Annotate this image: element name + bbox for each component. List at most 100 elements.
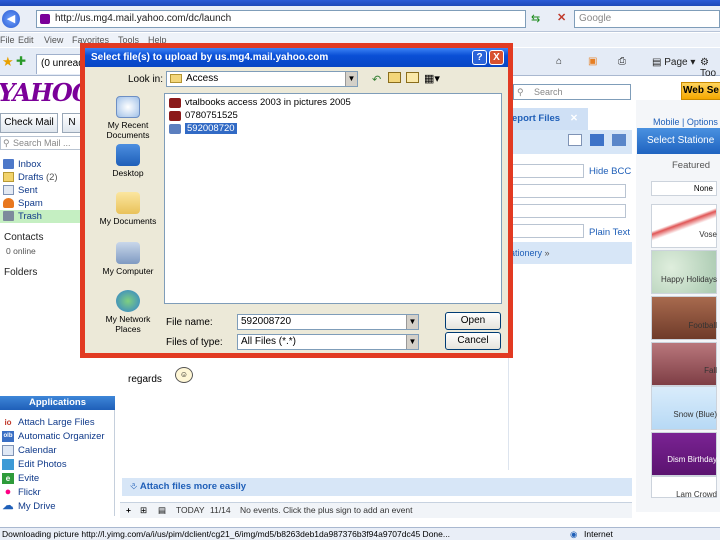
cancel-button[interactable]: Cancel [445,332,501,350]
open-button[interactable]: Open [445,312,501,330]
stop-icon[interactable]: ✕ [557,11,566,24]
back-folder-icon[interactable]: ↶ [372,73,381,86]
desktop-icon [116,144,140,166]
contacts-link[interactable]: Contacts [4,232,43,243]
hide-bcc-link[interactable]: Hide BCC [589,166,631,177]
attach-files-link[interactable]: Attach files more easily [140,481,246,492]
menu-file[interactable]: File [0,35,15,45]
report-files-tab[interactable]: eport Files ✕ [508,108,588,130]
tools-menu[interactable]: ⚙ Too [700,57,720,79]
search-mail-input[interactable]: ⚲ Search Mail ... [0,136,82,150]
sent-icon [3,185,14,195]
refresh-icon[interactable]: ⇆ [531,12,540,25]
stationery-arrow-icon[interactable]: » [545,248,550,258]
tools-label: Too [700,68,717,79]
app-flickr[interactable]: ● Flickr [0,486,110,499]
new-folder-icon[interactable] [406,72,419,83]
stationery-none[interactable]: None [651,181,717,196]
nav-spam[interactable]: Spam [0,197,80,210]
stationery-vose-thumb[interactable] [651,204,717,248]
folders-link[interactable]: Folders [4,267,37,278]
place-desktop[interactable]: Desktop [97,144,159,178]
up-folder-icon[interactable] [388,72,401,83]
image-file-icon [169,124,181,134]
close-button[interactable]: X [489,50,504,65]
chevron-down-icon[interactable]: ▼ [406,335,418,349]
files-of-type-select[interactable]: All Files (*.*) ▼ [237,334,419,350]
bcc-field[interactable] [510,204,626,218]
nav-inbox-label: Inbox [18,159,42,170]
place-my-computer[interactable]: My Computer [97,242,159,276]
file-name-input[interactable]: 592008720 ▼ [237,314,419,330]
chevron-down-icon[interactable]: ▼ [345,72,357,86]
yahoo-search-input[interactable]: Search [513,84,631,100]
nav-sent-label: Sent [18,185,38,196]
plain-text-link[interactable]: Plain Text [589,227,630,238]
chevron-down-icon[interactable]: ▼ [406,315,418,329]
add-favorites-icon[interactable]: ✚ [16,54,26,68]
nav-inbox[interactable]: Inbox [0,158,80,171]
page-menu[interactable]: ▤ Page ▾ [652,57,695,68]
collapse-icon[interactable]: ⊞ [140,503,147,518]
emoticon-icon[interactable]: ☺ [175,367,193,383]
place-recent-documents[interactable]: My Recent Documents [97,96,159,140]
app-attach-large-files[interactable]: io Attach Large Files [0,416,110,429]
place-my-documents[interactable]: My Documents [97,192,159,226]
stationery-link[interactable]: ationery [510,248,542,258]
place-my-network[interactable]: My Network Places [97,290,159,334]
file-item[interactable]: vtalbooks access 2003 in pictures 2005 [169,97,351,109]
stationery-football-thumb[interactable] [651,296,717,340]
attach-files-bar[interactable]: ⎀ Attach files more easily [122,478,632,496]
subject-field[interactable] [510,224,584,238]
stationery-fall-thumb[interactable] [651,342,717,386]
look-in-combo[interactable]: Access ▼ [166,71,358,87]
app-evite[interactable]: e Evite [0,472,110,485]
close-tab-icon[interactable]: ✕ [570,108,578,130]
compose-toolbar [508,130,632,154]
check-mail-button[interactable]: Check Mail [0,113,58,133]
cc-field[interactable] [510,184,626,198]
nav-trash[interactable]: Trash [0,210,80,223]
menu-view[interactable]: View [44,35,63,45]
to-field[interactable] [510,164,584,178]
email-icon[interactable] [568,134,582,146]
contacts-icon[interactable] [590,134,604,146]
file-list[interactable]: vtalbooks access 2003 in pictures 2005 0… [164,93,502,304]
today-label: TODAY [176,505,205,515]
add-event-icon[interactable]: + [126,503,131,518]
online-count: 0 online [6,246,36,256]
nav-sent[interactable]: Sent [0,184,80,197]
new-button[interactable]: N [62,113,82,133]
file-label: vtalbooks access 2003 in pictures 2005 [185,97,351,108]
view-icon[interactable] [612,134,626,146]
web-search-button[interactable]: Web Se [681,82,720,100]
stationery-bar: ationery » [508,242,632,264]
search-mail-placeholder: Search Mail ... [13,138,71,148]
favorites-star-icon[interactable]: ★ [2,54,14,70]
stationery-snow-thumb[interactable] [651,386,717,430]
app-calendar[interactable]: Calendar [0,444,110,457]
menu-edit[interactable]: Edit [18,35,34,45]
help-button[interactable]: ? [472,50,487,65]
file-item-selected[interactable]: 592008720 [169,123,237,135]
nav-drafts[interactable]: Drafts (2) [0,171,80,184]
app-my-drive[interactable]: ☁ My Drive [0,500,110,513]
back-button[interactable]: ◀ [2,10,20,28]
address-bar-row: ◀ http://us.mg4.mail.yahoo.com/dc/launch… [0,6,720,32]
mobile-options-link[interactable]: Mobile | Options [653,117,718,127]
file-item[interactable]: 0780751525 [169,110,238,122]
trash-icon [3,211,14,221]
app-edit-photos[interactable]: Edit Photos [0,458,110,471]
home-icon[interactable]: ⌂ [556,56,562,67]
app-automatic-organizer[interactable]: olb Automatic Organizer [0,430,110,443]
feeds-icon[interactable]: ▣ [588,56,597,67]
address-input[interactable]: http://us.mg4.mail.yahoo.com/dc/launch [36,10,526,28]
print-icon[interactable]: ⎙ [618,56,626,67]
page-label: Page [664,57,688,68]
browser-search-input[interactable]: Google [574,10,720,28]
view-menu-icon[interactable]: ▦▾ [424,72,440,85]
nav-trash-label: Trash [18,211,42,222]
stationery-birthday-thumb[interactable] [651,432,717,476]
applications-header[interactable]: Applications [0,396,115,410]
stationery-holidays-thumb[interactable] [651,250,717,294]
